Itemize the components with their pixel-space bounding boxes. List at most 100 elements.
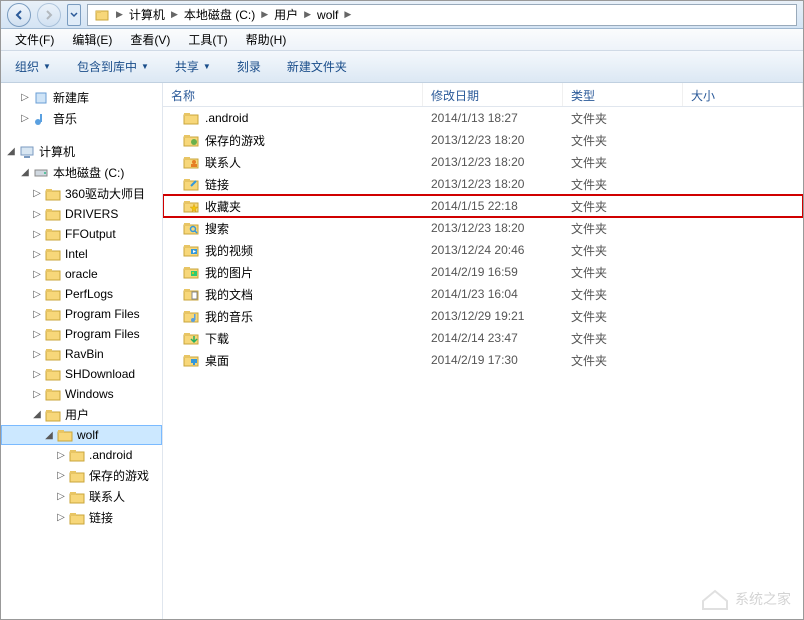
file-row[interactable]: 搜索2013/12/23 18:20文件夹 bbox=[163, 217, 803, 239]
menu-tools[interactable]: 工具(T) bbox=[180, 29, 235, 50]
file-row[interactable]: 我的音乐2013/12/29 19:21文件夹 bbox=[163, 305, 803, 327]
tree-folder[interactable]: ▷链接 bbox=[1, 507, 162, 528]
file-name-cell: 我的文档 bbox=[175, 286, 423, 303]
collapse-icon[interactable]: ◢ bbox=[43, 429, 55, 441]
file-row[interactable]: 我的文档2014/1/23 16:04文件夹 bbox=[163, 283, 803, 305]
chevron-right-icon: ▶ bbox=[302, 9, 313, 20]
expand-icon[interactable]: ▷ bbox=[31, 188, 43, 200]
file-row[interactable]: 保存的游戏2013/12/23 18:20文件夹 bbox=[163, 129, 803, 151]
expand-icon[interactable]: ▷ bbox=[31, 308, 43, 320]
main-area: ▷ 新建库 ▷ 音乐 ◢ 计算机 ◢ 本地磁盘 (C:) ▷360驱动大师目▷D… bbox=[1, 83, 803, 619]
tree-computer[interactable]: ◢ 计算机 bbox=[1, 141, 162, 162]
expand-icon[interactable]: ▷ bbox=[31, 208, 43, 220]
tree-folder[interactable]: ▷PerfLogs bbox=[1, 284, 162, 304]
file-name-cell: .android bbox=[175, 110, 423, 126]
file-name-cell: 桌面 bbox=[175, 352, 423, 369]
file-date-cell: 2013/12/29 19:21 bbox=[423, 309, 563, 323]
expand-icon[interactable]: ▷ bbox=[31, 288, 43, 300]
expand-icon[interactable]: ▷ bbox=[19, 92, 31, 104]
expand-icon[interactable]: ▷ bbox=[31, 368, 43, 380]
file-row[interactable]: 链接2013/12/23 18:20文件夹 bbox=[163, 173, 803, 195]
tree-folder[interactable]: ▷Windows bbox=[1, 384, 162, 404]
col-size[interactable]: 大小 bbox=[683, 83, 803, 106]
tool-burn[interactable]: 刻录 bbox=[231, 54, 267, 79]
file-date-cell: 2014/2/19 16:59 bbox=[423, 265, 563, 279]
sidebar-tree[interactable]: ▷ 新建库 ▷ 音乐 ◢ 计算机 ◢ 本地磁盘 (C:) ▷360驱动大师目▷D… bbox=[1, 83, 163, 619]
file-list[interactable]: 名称 修改日期 类型 大小 .android2014/1/13 18:27文件夹… bbox=[163, 83, 803, 619]
tree-new-library[interactable]: ▷ 新建库 bbox=[1, 87, 162, 108]
tree-folder[interactable]: ▷Program Files bbox=[1, 304, 162, 324]
breadcrumb-users[interactable]: 用户 bbox=[270, 6, 302, 23]
tree-folder[interactable]: ▷联系人 bbox=[1, 486, 162, 507]
breadcrumb-disk[interactable]: 本地磁盘 (C:) bbox=[180, 6, 259, 23]
file-name-cell: 搜索 bbox=[175, 220, 423, 237]
menu-file[interactable]: 文件(F) bbox=[7, 29, 62, 50]
breadcrumb[interactable]: ▶ 计算机 ▶ 本地磁盘 (C:) ▶ 用户 ▶ wolf ▶ bbox=[87, 4, 797, 26]
tree-folder[interactable]: ▷oracle bbox=[1, 264, 162, 284]
expand-icon[interactable]: ▷ bbox=[31, 328, 43, 340]
file-name-cell: 收藏夹 bbox=[175, 198, 423, 215]
nav-forward-button[interactable] bbox=[37, 3, 61, 27]
expand-icon[interactable]: ▷ bbox=[31, 228, 43, 240]
tree-folder[interactable]: ▷360驱动大师目 bbox=[1, 183, 162, 204]
tool-newfolder[interactable]: 新建文件夹 bbox=[281, 54, 353, 79]
file-type-cell: 文件夹 bbox=[563, 242, 683, 259]
file-row[interactable]: 我的图片2014/2/19 16:59文件夹 bbox=[163, 261, 803, 283]
tree-wolf[interactable]: ◢ wolf bbox=[1, 425, 162, 445]
expand-icon[interactable]: ▷ bbox=[55, 491, 67, 503]
tool-share[interactable]: 共享▼ bbox=[169, 54, 217, 79]
tool-organize[interactable]: 组织▼ bbox=[9, 54, 57, 79]
tree-folder[interactable]: ▷RavBin bbox=[1, 344, 162, 364]
tree-folder[interactable]: ▷FFOutput bbox=[1, 224, 162, 244]
expand-icon[interactable]: ▷ bbox=[55, 512, 67, 524]
tree-folder[interactable]: ▷.android bbox=[1, 445, 162, 465]
breadcrumb-computer[interactable]: 计算机 bbox=[125, 6, 169, 23]
expand-icon[interactable]: ▷ bbox=[55, 470, 67, 482]
tree-folder[interactable]: ▷Program Files bbox=[1, 324, 162, 344]
tree-folder[interactable]: ▷DRIVERS bbox=[1, 204, 162, 224]
file-row[interactable]: 我的视频2013/12/24 20:46文件夹 bbox=[163, 239, 803, 261]
file-row[interactable]: .android2014/1/13 18:27文件夹 bbox=[163, 107, 803, 129]
breadcrumb-root-icon[interactable] bbox=[90, 7, 114, 23]
nav-history-dropdown[interactable] bbox=[67, 4, 81, 26]
tree-users[interactable]: ◢ 用户 bbox=[1, 404, 162, 425]
breadcrumb-wolf[interactable]: wolf bbox=[313, 8, 342, 22]
file-type-cell: 文件夹 bbox=[563, 132, 683, 149]
collapse-icon[interactable]: ◢ bbox=[31, 409, 43, 421]
file-date-cell: 2014/1/13 18:27 bbox=[423, 111, 563, 125]
file-type-cell: 文件夹 bbox=[563, 198, 683, 215]
file-name-cell: 我的图片 bbox=[175, 264, 423, 281]
menu-edit[interactable]: 编辑(E) bbox=[64, 29, 120, 50]
file-row[interactable]: 桌面2014/2/19 17:30文件夹 bbox=[163, 349, 803, 371]
expand-icon[interactable]: ▷ bbox=[19, 113, 31, 125]
tree-music[interactable]: ▷ 音乐 bbox=[1, 108, 162, 129]
tree-folder[interactable]: ▷SHDownload bbox=[1, 364, 162, 384]
tree-local-disk[interactable]: ◢ 本地磁盘 (C:) bbox=[1, 162, 162, 183]
tool-include[interactable]: 包含到库中▼ bbox=[71, 54, 155, 79]
col-date[interactable]: 修改日期 bbox=[423, 83, 563, 106]
nav-back-button[interactable] bbox=[7, 3, 31, 27]
file-type-cell: 文件夹 bbox=[563, 330, 683, 347]
expand-icon[interactable]: ▷ bbox=[31, 348, 43, 360]
file-row[interactable]: 下载2014/2/14 23:47文件夹 bbox=[163, 327, 803, 349]
collapse-icon[interactable]: ◢ bbox=[19, 167, 31, 179]
tree-folder[interactable]: ▷Intel bbox=[1, 244, 162, 264]
expand-icon[interactable]: ▷ bbox=[31, 388, 43, 400]
file-row[interactable]: 收藏夹2014/1/15 22:18文件夹 bbox=[163, 195, 803, 217]
file-name-cell: 链接 bbox=[175, 176, 423, 193]
menu-view[interactable]: 查看(V) bbox=[122, 29, 178, 50]
expand-icon[interactable]: ▷ bbox=[55, 449, 67, 461]
chevron-right-icon: ▶ bbox=[114, 9, 125, 20]
col-type[interactable]: 类型 bbox=[563, 83, 683, 106]
file-date-cell: 2014/1/15 22:18 bbox=[423, 199, 563, 213]
collapse-icon[interactable]: ◢ bbox=[5, 146, 17, 158]
menu-help[interactable]: 帮助(H) bbox=[238, 29, 295, 50]
file-date-cell: 2013/12/23 18:20 bbox=[423, 221, 563, 235]
tree-folder[interactable]: ▷保存的游戏 bbox=[1, 465, 162, 486]
col-name[interactable]: 名称 bbox=[163, 83, 423, 106]
expand-icon[interactable]: ▷ bbox=[31, 268, 43, 280]
file-type-cell: 文件夹 bbox=[563, 264, 683, 281]
file-type-cell: 文件夹 bbox=[563, 308, 683, 325]
expand-icon[interactable]: ▷ bbox=[31, 248, 43, 260]
file-row[interactable]: 联系人2013/12/23 18:20文件夹 bbox=[163, 151, 803, 173]
